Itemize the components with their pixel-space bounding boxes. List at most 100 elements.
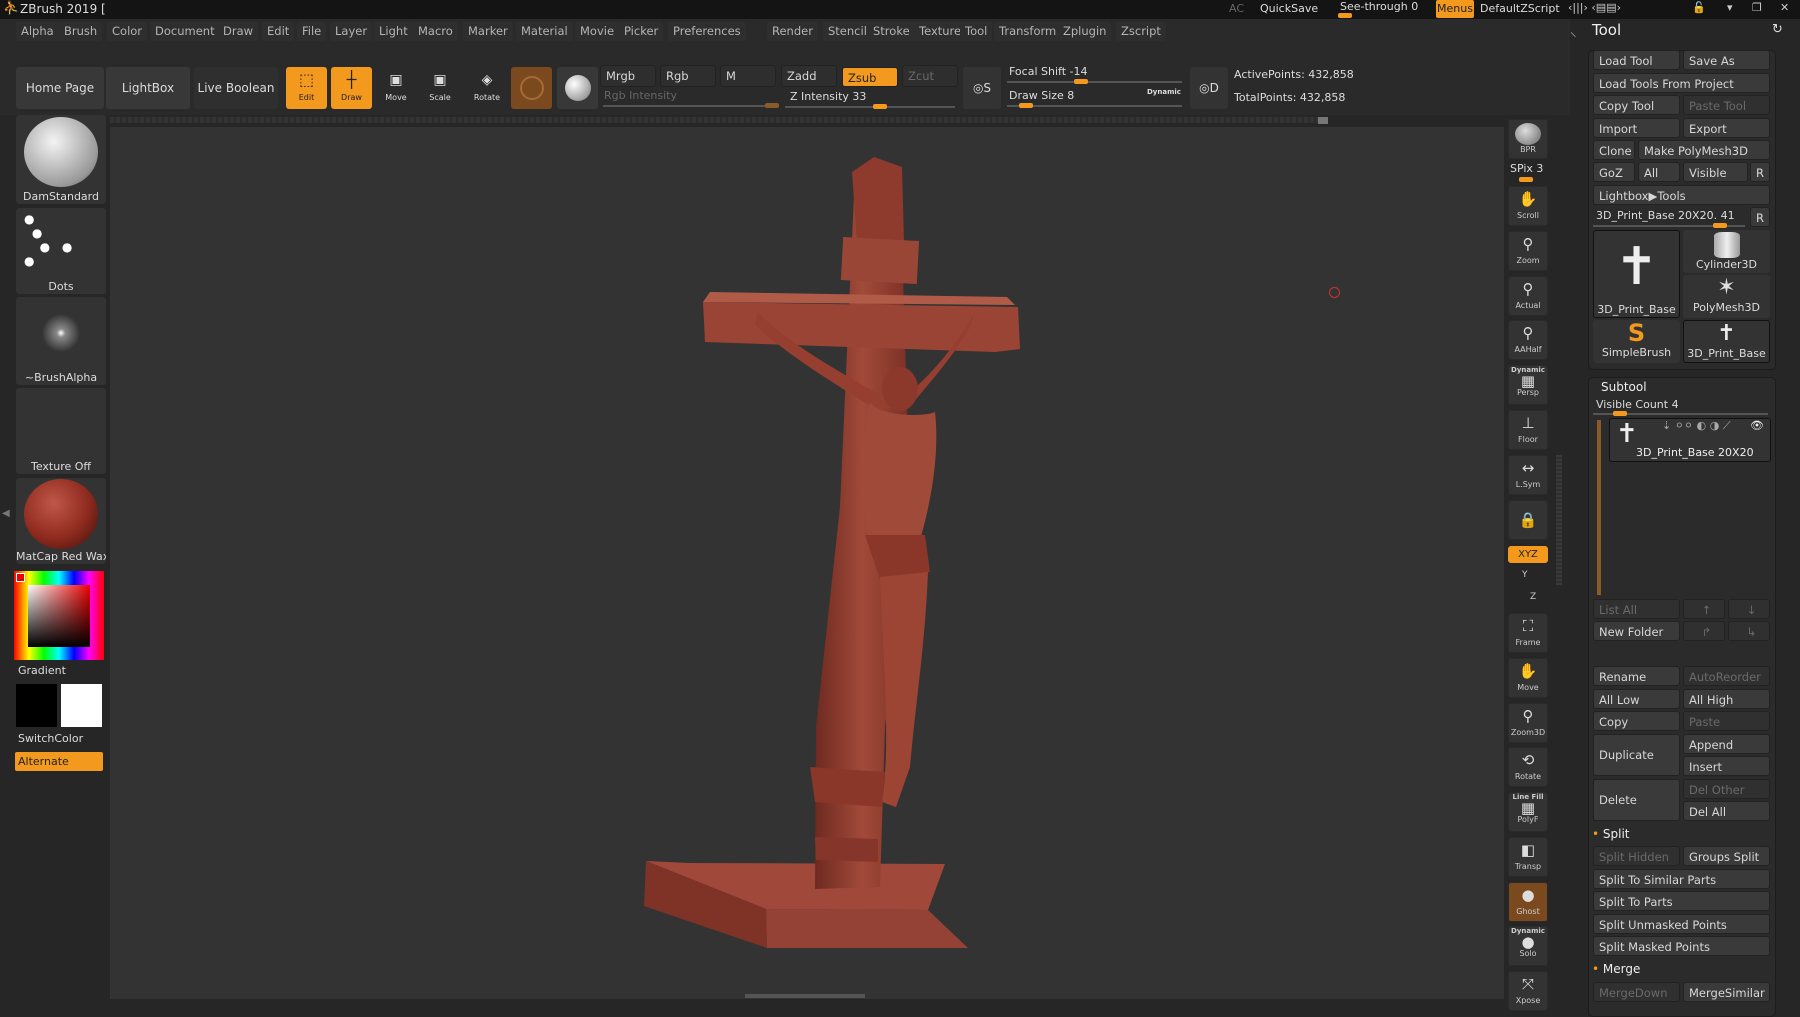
color-square[interactable] [28, 585, 90, 647]
y-rotate-button[interactable]: Y [1522, 570, 1528, 580]
scroll-button[interactable]: ✋ Scroll [1508, 186, 1548, 226]
all-high-button[interactable]: All High [1683, 689, 1770, 709]
copy-tool-button[interactable]: Copy Tool [1593, 95, 1680, 115]
tool-thumb-cylinder[interactable]: Cylinder3D [1683, 230, 1770, 273]
right-tray-scroll[interactable] [1556, 455, 1562, 585]
rename-button[interactable]: Rename [1593, 666, 1680, 686]
menu-macro[interactable]: Macro [413, 22, 458, 41]
goz-all-button[interactable]: All [1638, 162, 1680, 182]
menu-picker[interactable]: Picker [619, 22, 664, 41]
tool-thumb-simplebrush[interactable]: S SimpleBrush [1593, 320, 1680, 363]
del-other-button[interactable]: Del Other [1683, 779, 1770, 799]
goz-button[interactable]: GoZ [1593, 162, 1635, 182]
zadd-button[interactable]: Zadd [781, 65, 837, 87]
aahalf-button[interactable]: ⚲ AAHalf [1508, 320, 1548, 360]
edit-button[interactable]: ⬚ Edit [286, 67, 327, 109]
stroke-s-button[interactable]: ◎S [963, 67, 1001, 109]
solo-button[interactable]: Dynamic ● Solo [1508, 926, 1548, 966]
color-picker[interactable] [14, 571, 104, 660]
down-right-arrow-icon[interactable]: ↳ [1728, 621, 1770, 641]
menu-edit[interactable]: Edit [262, 22, 295, 41]
append-button[interactable]: Append [1683, 734, 1770, 754]
menu-zscript[interactable]: Zscript [1116, 22, 1166, 41]
draw-size-slider[interactable] [1007, 105, 1182, 107]
tool-thumb-print-base-2[interactable]: ✝3D_Print_Base 20X20 [1683, 320, 1770, 363]
menu-preferences[interactable]: Preferences [668, 22, 746, 41]
goz-r-button[interactable]: R [1750, 162, 1770, 182]
subtool-scrollbar[interactable] [1597, 420, 1601, 595]
canvas-bottom-handle[interactable] [745, 994, 865, 998]
export-button[interactable]: Export [1683, 118, 1770, 138]
move-button[interactable]: ▣ Move [378, 67, 414, 109]
menu-material[interactable]: Material [516, 22, 573, 41]
rotate-button[interactable]: ◈ Rotate [467, 67, 507, 109]
split-masked-button[interactable]: Split Masked Points [1593, 936, 1770, 956]
home-page-button[interactable]: Home Page [16, 67, 104, 109]
zoom3d-button[interactable]: ⚲ Zoom3D [1508, 703, 1548, 743]
live-boolean-button[interactable]: Live Boolean [194, 67, 278, 109]
tool-thumb-polymesh[interactable]: ✶ PolyMesh3D [1683, 275, 1770, 318]
split-to-parts-button[interactable]: Split To Parts [1593, 891, 1770, 911]
redo-arrow-icon[interactable]: ↱ [1683, 621, 1725, 641]
polyf-button[interactable]: Line Fill ▦ PolyF [1508, 792, 1548, 832]
subtool-title[interactable]: Subtool [1601, 380, 1647, 394]
menu-stroke[interactable]: Stroke [868, 22, 915, 41]
split-section[interactable]: • Split [1592, 827, 1630, 841]
canvas-viewport[interactable] [110, 127, 1504, 999]
focal-shift-slider[interactable] [1007, 81, 1182, 83]
menu-movie[interactable]: Movie [575, 22, 620, 41]
camera-lock-button[interactable]: 🔒 [1508, 500, 1548, 540]
switch-color-button[interactable]: SwitchColor [18, 732, 83, 745]
eye-icon[interactable]: 👁 [1750, 419, 1764, 432]
import-button[interactable]: Import [1593, 118, 1680, 138]
split-hidden-button[interactable]: Split Hidden [1593, 846, 1680, 866]
zcut-button[interactable]: Zcut [902, 65, 958, 87]
current-tool-r-button[interactable]: R [1750, 207, 1770, 227]
paste-subtool-button[interactable]: Paste [1683, 711, 1770, 731]
main-color-swatch[interactable] [16, 684, 57, 727]
collapse-left-icon[interactable]: ◀ [2, 508, 10, 519]
z-rotate-button[interactable]: Z [1530, 592, 1536, 602]
menu-layer[interactable]: Layer [330, 22, 373, 41]
paste-tool-button[interactable]: Paste Tool [1683, 95, 1770, 115]
duplicate-button[interactable]: Duplicate [1593, 734, 1680, 776]
color-mode-button[interactable] [557, 67, 598, 109]
minimize-icon[interactable]: ▾ [1727, 1, 1733, 14]
menu-stencil[interactable]: Stencil [823, 22, 872, 41]
subtool-item[interactable]: ✝ ⇣ ⚪⚪ ◐ ◑ ⟋ 👁 3D_Print_Base 20X20 [1609, 418, 1771, 462]
lock-icon[interactable]: 🔓 [1692, 1, 1706, 14]
current-tool-slider[interactable]: 3D_Print_Base 20X20. 41 [1596, 209, 1735, 222]
menu-alpha[interactable]: Alpha [16, 22, 59, 41]
merge-similar-button[interactable]: MergeSimilar [1683, 982, 1770, 1002]
gradient-label[interactable]: Gradient [18, 664, 66, 677]
menu-color[interactable]: Color [107, 22, 148, 41]
clone-button[interactable]: Clone [1593, 140, 1635, 160]
refresh-icon[interactable]: ↻ [1772, 22, 1783, 37]
move-view-button[interactable]: ✋ Move [1508, 658, 1548, 698]
move-down-icon[interactable]: ↓ [1728, 599, 1770, 619]
lightbox-button[interactable]: LightBox [106, 67, 190, 109]
rgb-button[interactable]: Rgb [660, 65, 716, 87]
material-selector[interactable]: MatCap Red Wax [16, 478, 106, 564]
subtool-toggle-icons[interactable]: ⇣ ⚪⚪ ◐ ◑ ⟋ [1662, 419, 1731, 433]
new-folder-button[interactable]: New Folder [1593, 621, 1680, 641]
menu-zplugin[interactable]: Zplugin [1058, 22, 1112, 41]
close-icon[interactable]: ✕ [1780, 1, 1789, 14]
list-all-button[interactable]: List All [1593, 599, 1680, 619]
save-as-button[interactable]: Save As [1683, 50, 1770, 70]
make-polymesh3d-button[interactable]: Make PolyMesh3D [1638, 140, 1770, 160]
quicksave-button[interactable]: QuickSave [1260, 2, 1318, 15]
rgb-intensity-slider[interactable] [603, 105, 778, 107]
see-through-slider[interactable]: See-through 0 [1340, 0, 1418, 13]
split-similar-parts-button[interactable]: Split To Similar Parts [1593, 869, 1770, 889]
groups-split-button[interactable]: Groups Split [1683, 846, 1770, 866]
restore-icon[interactable]: ❐ [1752, 1, 1762, 14]
move-up-icon[interactable]: ↑ [1683, 599, 1725, 619]
menu-document[interactable]: Document [150, 22, 220, 41]
ac-button[interactable]: AC [1229, 2, 1244, 15]
brush-selector[interactable]: DamStandard [16, 115, 106, 204]
visible-count-slider[interactable]: Visible Count 4 [1596, 398, 1679, 411]
xpose-button[interactable]: ⤧ Xpose [1508, 971, 1548, 1011]
persp-button[interactable]: Dynamic ▦ Persp [1508, 365, 1548, 405]
menu-light[interactable]: Light [374, 22, 413, 41]
